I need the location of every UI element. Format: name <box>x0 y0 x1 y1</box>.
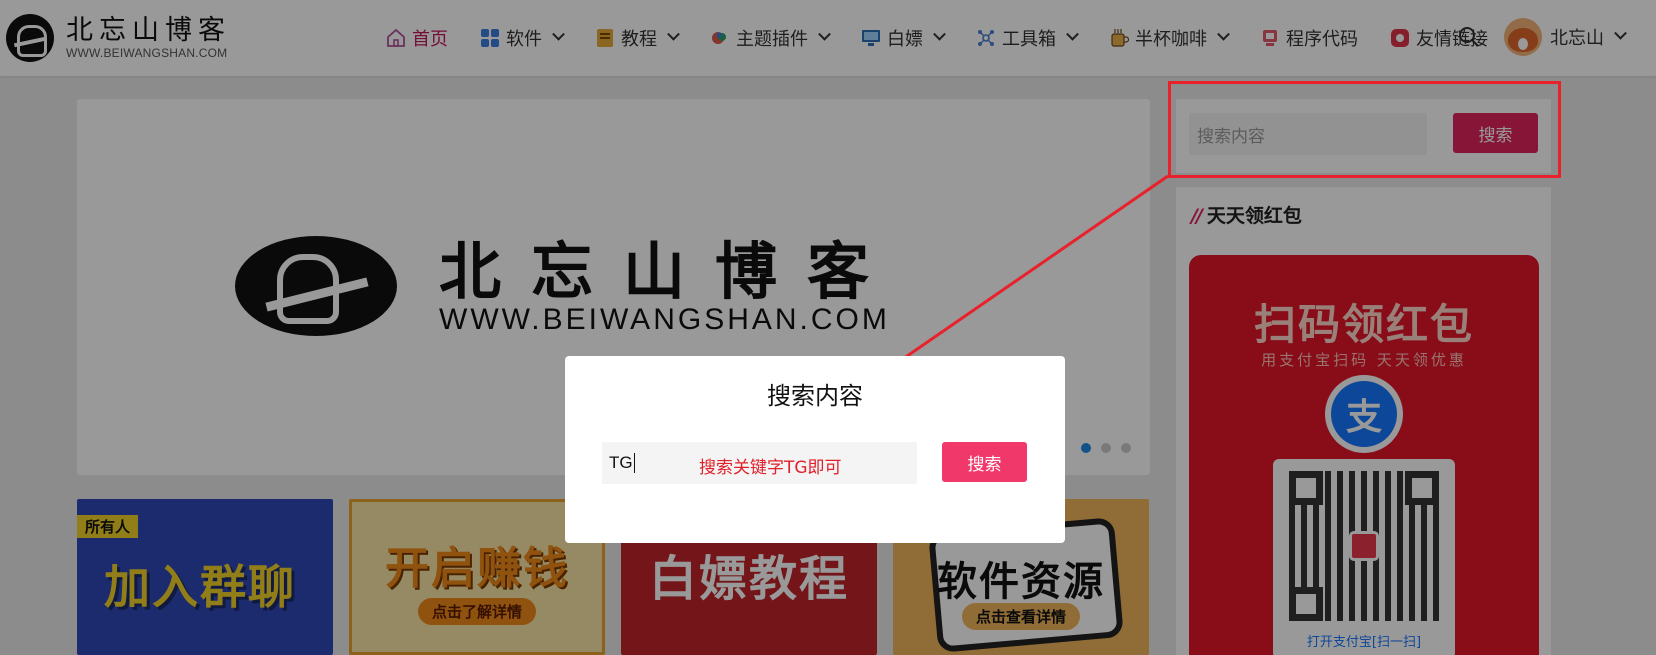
modal-search-button[interactable]: 搜索 <box>942 442 1027 482</box>
search-modal: 搜索内容 TG 搜索关键字TG即可 搜索 <box>565 356 1065 543</box>
annotation-hint: 搜索关键字TG即可 <box>699 458 842 478</box>
text-caret <box>633 453 635 473</box>
annotation-arrow-icon <box>874 174 1169 379</box>
modal-title: 搜索内容 <box>767 382 863 410</box>
